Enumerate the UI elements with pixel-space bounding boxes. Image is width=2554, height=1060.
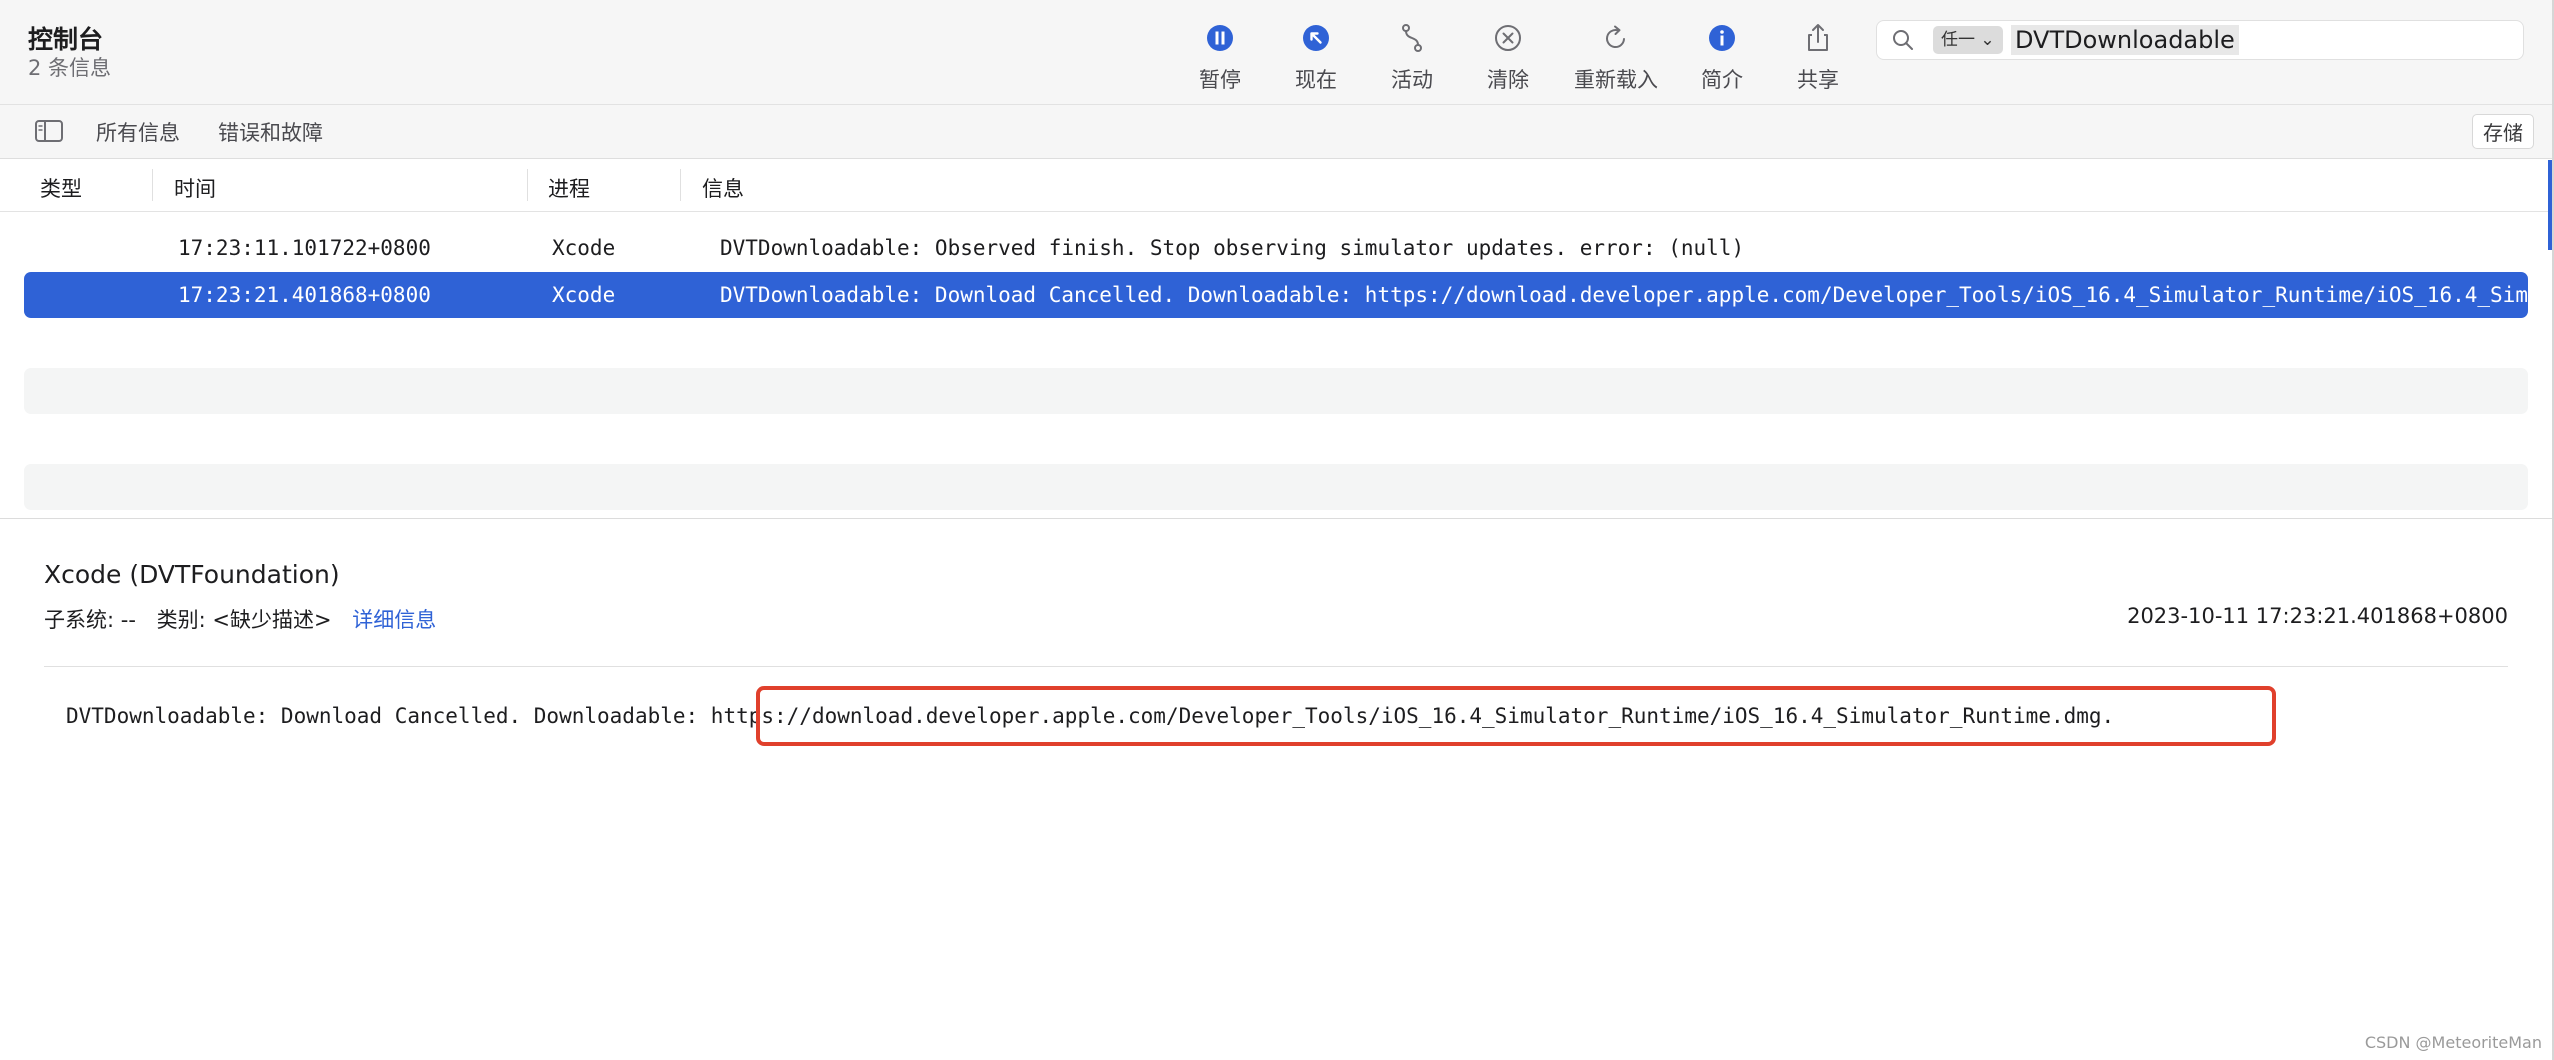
filter-all-messages[interactable]: 所有信息: [96, 117, 180, 147]
chevron-down-icon: ⌄: [1980, 30, 1995, 50]
search-input[interactable]: DVTDownloadable: [2011, 25, 2239, 55]
clear-button[interactable]: 清除: [1460, 20, 1556, 100]
pane-divider[interactable]: [0, 518, 2554, 519]
column-divider[interactable]: [152, 169, 153, 201]
table-header: 类型 时间 进程 信息: [0, 159, 2554, 212]
detail-divider: [44, 666, 2508, 667]
search-icon: [1893, 30, 1913, 50]
table-row[interactable]: 17:23:11.101722+0800 Xcode DVTDownloadab…: [24, 225, 2528, 271]
share-button-label: 共享: [1797, 68, 1839, 92]
search-scope-token[interactable]: 任一 ⌄: [1933, 26, 2003, 54]
row-time: 17:23:11.101722+0800: [178, 236, 431, 260]
console-window: 控制台 2 条信息 暂停 现在 活动 清除 重新载入 简介 共享 任一 ⌄ DV…: [0, 0, 2554, 1060]
watermark: CSDN @MeteoriteMan: [2364, 1033, 2542, 1052]
column-header-message[interactable]: 信息: [702, 173, 744, 203]
detail-timestamp: 2023-10-11 17:23:21.401868+0800: [2127, 604, 2508, 628]
filter-bar: 所有信息 错误和故障 存储: [0, 105, 2554, 159]
share-button[interactable]: 共享: [1770, 20, 1866, 100]
app-title: 控制台: [28, 25, 104, 54]
column-divider[interactable]: [680, 169, 681, 201]
column-header-time[interactable]: 时间: [174, 173, 216, 203]
toolbar: 控制台 2 条信息 暂停 现在 活动 清除 重新载入 简介 共享 任一 ⌄ DV…: [0, 0, 2554, 105]
annotation-highlight-box: [756, 686, 2276, 746]
search-field[interactable]: 任一 ⌄ DVTDownloadable: [1876, 20, 2524, 60]
row-time: 17:23:21.401868+0800: [178, 283, 431, 307]
message-count: 2 条信息: [28, 56, 112, 80]
pause-circle-icon: [1207, 25, 1233, 51]
activity-button[interactable]: 活动: [1364, 20, 1460, 100]
row-message: DVTDownloadable: Observed finish. Stop o…: [720, 236, 1745, 260]
column-header-process[interactable]: 进程: [548, 173, 590, 203]
reload-button-label: 重新载入: [1574, 68, 1658, 92]
clear-button-label: 清除: [1487, 68, 1529, 92]
info-circle-icon: [1709, 25, 1735, 51]
details-link[interactable]: 详细信息: [352, 608, 436, 632]
column-divider[interactable]: [527, 169, 528, 201]
clear-circle-x-icon: [1495, 25, 1521, 51]
empty-row: [24, 416, 2528, 462]
empty-row: [24, 320, 2528, 366]
activity-path-icon: [1402, 24, 1422, 52]
reload-button[interactable]: 重新载入: [1566, 20, 1666, 100]
filter-errors-faults[interactable]: 错误和故障: [218, 117, 323, 147]
now-button[interactable]: 现在: [1268, 20, 1364, 100]
now-button-label: 现在: [1295, 68, 1337, 92]
activity-button-label: 活动: [1391, 68, 1433, 92]
search-scope-label: 任一: [1941, 30, 1975, 50]
info-button[interactable]: 简介: [1674, 20, 1770, 100]
share-icon: [1808, 24, 1828, 51]
row-process: Xcode: [552, 283, 616, 307]
row-process: Xcode: [552, 236, 616, 260]
detail-message-prefix: DVTDownloadable: Download Cancelled. Dow…: [66, 704, 711, 728]
detail-category: 类别: <缺少描述>: [156, 608, 332, 632]
pause-button[interactable]: 暂停: [1172, 20, 1268, 100]
detail-title: Xcode (DVTFoundation): [44, 560, 340, 589]
info-button-label: 简介: [1701, 68, 1743, 92]
sidebar-toggle-icon[interactable]: [34, 119, 64, 143]
pause-button-label: 暂停: [1199, 68, 1241, 92]
arrow-up-left-circle-icon: [1303, 25, 1329, 51]
detail-subsystem: 子系统: --: [44, 608, 136, 632]
save-button[interactable]: 存储: [2472, 114, 2534, 149]
column-header-type[interactable]: 类型: [40, 173, 82, 203]
empty-row: [24, 464, 2528, 510]
table-row-selected[interactable]: 17:23:21.401868+0800 Xcode DVTDownloadab…: [24, 272, 2528, 318]
reload-icon: [1606, 25, 1625, 48]
row-message: DVTDownloadable: Download Cancelled. Dow…: [720, 283, 2528, 307]
detail-metadata: 子系统: -- 类别: <缺少描述> 详细信息: [44, 604, 436, 634]
empty-row: [24, 368, 2528, 414]
